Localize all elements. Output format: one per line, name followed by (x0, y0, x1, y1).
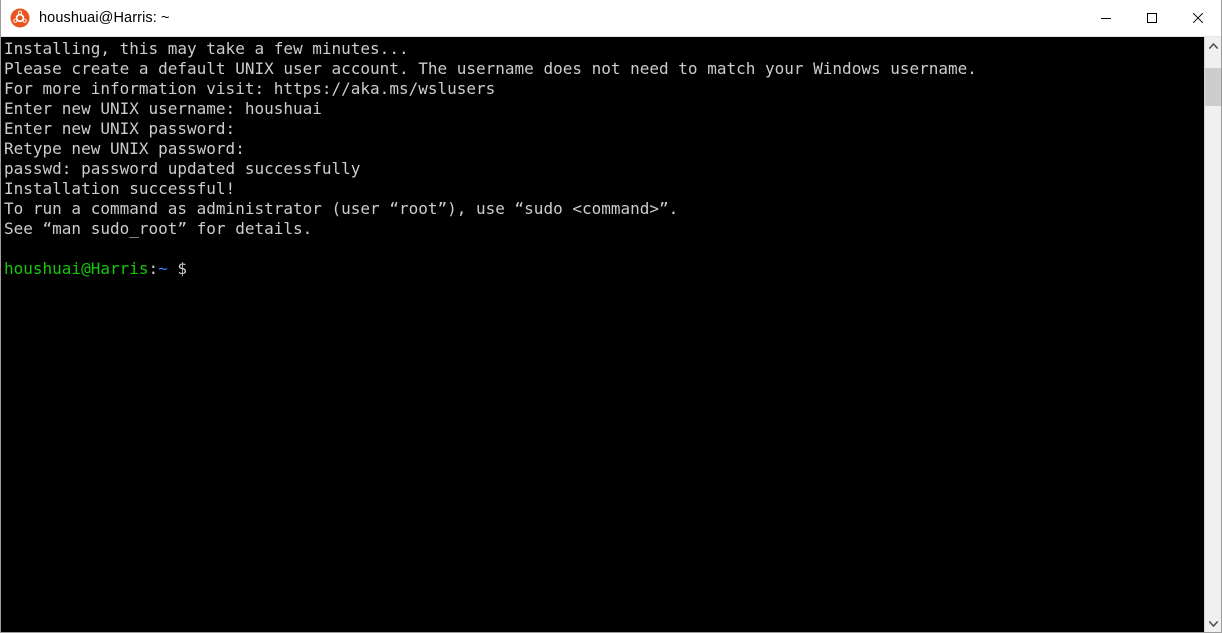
terminal-output-area[interactable]: Installing, this may take a few minutes.… (1, 37, 1204, 632)
terminal-line: See “man sudo_root” for details. (4, 219, 313, 238)
terminal-line: Enter new UNIX username: houshuai (4, 99, 322, 118)
scrollbar-thumb[interactable] (1205, 68, 1221, 106)
terminal-line: Installing, this may take a few minutes.… (4, 39, 409, 58)
prompt-symbol: $ (177, 259, 188, 278)
title-bar[interactable]: houshuai@Harris: ~ (1, 0, 1221, 37)
vertical-scrollbar[interactable] (1204, 37, 1221, 632)
terminal-line: passwd: password updated successfully (4, 159, 361, 178)
window-controls (1083, 0, 1221, 36)
maximize-button[interactable] (1129, 0, 1175, 36)
terminal-line: To run a command as administrator (user … (4, 199, 679, 218)
terminal-line: Installation successful! (4, 179, 236, 198)
prompt-spacer (168, 259, 178, 278)
title-bar-left: houshuai@Harris: ~ (1, 8, 1083, 28)
close-button[interactable] (1175, 0, 1221, 36)
scroll-up-arrow-icon[interactable] (1205, 37, 1221, 54)
terminal-window: houshuai@Harris: ~ Installing, this may … (0, 0, 1222, 633)
window-title: houshuai@Harris: ~ (39, 10, 170, 26)
window-body: Installing, this may take a few minutes.… (1, 37, 1221, 632)
terminal-line: Retype new UNIX password: (4, 139, 245, 158)
terminal-prompt-line[interactable]: houshuai@Harris:~ $ (4, 259, 1204, 279)
prompt-path: ~ (158, 259, 168, 278)
prompt-user-host: houshuai@Harris (4, 259, 149, 278)
terminal-line: Enter new UNIX password: (4, 119, 236, 138)
scrollbar-track[interactable] (1205, 54, 1221, 615)
prompt-separator: : (148, 259, 159, 278)
scroll-down-arrow-icon[interactable] (1205, 615, 1221, 632)
minimize-button[interactable] (1083, 0, 1129, 36)
terminal-line: Please create a default UNIX user accoun… (4, 59, 977, 78)
ubuntu-icon (10, 8, 30, 28)
terminal-line: For more information visit: https://aka.… (4, 79, 496, 98)
